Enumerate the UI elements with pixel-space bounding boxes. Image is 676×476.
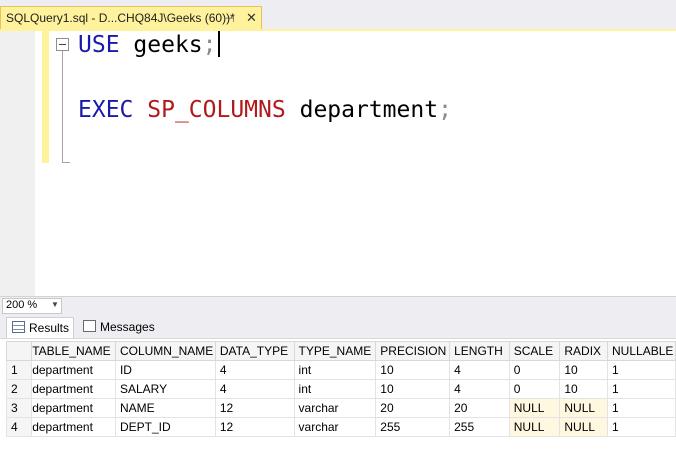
table-cell[interactable]: 20 [449,398,510,418]
query-tab-title: SQLQuery1.sql - D...CHQ84J\Geeks (60))* [6,11,235,25]
query-tab[interactable]: SQLQuery1.sql - D...CHQ84J\Geeks (60))* … [0,6,262,30]
table-cell[interactable]: 10 [375,360,451,380]
table-cell[interactable]: NAME [114,398,216,418]
results-tab-strip: Results Messages [0,314,676,338]
collapse-icon[interactable] [56,38,69,51]
column-header[interactable]: RADIX [559,341,609,361]
chevron-down-icon: ▼ [51,300,59,309]
table-cell[interactable]: 20 [375,398,451,418]
table-cell[interactable]: ID [114,360,216,380]
table-row[interactable]: 1 department ID 4 int 10 4 0 10 1 [5,360,676,380]
table-cell[interactable]: 0 [508,360,561,380]
table-cell[interactable]: 255 [375,417,451,437]
null-cell[interactable]: NULL [508,398,561,418]
row-number[interactable]: 2 [5,379,33,399]
semicolon: ; [438,97,452,123]
editor-margin [0,31,35,296]
table-cell[interactable]: varchar [293,417,377,437]
table-cell[interactable]: 4 [449,360,510,380]
zoom-bar: 200 % ▼ [0,296,676,315]
tab-results-label: Results [29,321,70,335]
zoom-dropdown[interactable]: 200 % ▼ [2,298,62,314]
table-cell[interactable]: 4 [449,379,510,399]
table-identifier: department [299,97,439,123]
grid-icon [12,321,25,333]
row-number[interactable]: 3 [5,398,33,418]
column-header[interactable]: PRECISION [375,341,451,361]
column-header[interactable]: TABLE_NAME [31,341,116,361]
keyword-use: USE [78,32,120,58]
table-cell[interactable]: 1 [607,417,676,437]
tab-results[interactable]: Results [6,317,74,338]
table-cell[interactable]: 1 [607,379,676,399]
row-number-header [5,341,33,361]
column-header[interactable]: COLUMN_NAME [114,341,216,361]
column-header[interactable]: DATA_TYPE [214,341,295,361]
zoom-value: 200 % [6,299,38,311]
column-header[interactable]: NULLABLE [607,341,676,361]
table-cell[interactable]: 10 [559,360,609,380]
table-cell[interactable]: department [31,360,116,380]
table-cell[interactable]: 12 [214,417,295,437]
code-line-2[interactable]: EXEC SP_COLUMNS department; [78,97,452,123]
null-cell[interactable]: NULL [508,417,561,437]
outline-end-tick [62,162,70,163]
column-header[interactable]: SCALE [508,341,561,361]
keyword-exec: EXEC [78,97,134,123]
table-cell[interactable]: 12 [214,398,295,418]
table-cell[interactable]: int [293,379,377,399]
table-cell[interactable]: 4 [214,360,295,380]
table-row[interactable]: 4 department DEPT_ID 12 varchar 255 255 … [5,417,676,437]
document-tab-strip: SQLQuery1.sql - D...CHQ84J\Geeks (60))* … [0,0,676,31]
column-header[interactable]: TYPE_NAME [293,341,377,361]
change-tracking-bar [42,31,49,163]
table-cell[interactable]: 0 [508,379,561,399]
table-cell[interactable]: department [31,417,116,437]
table-cell[interactable]: 10 [559,379,609,399]
null-cell[interactable]: NULL [559,398,609,418]
messages-icon [83,320,96,332]
database-identifier: geeks [133,32,203,58]
table-cell[interactable]: DEPT_ID [114,417,216,437]
table-cell[interactable]: 1 [607,360,676,380]
header-row: TABLE_NAME COLUMN_NAME DATA_TYPE TYPE_NA… [5,341,676,361]
table-cell[interactable]: department [31,379,116,399]
table-cell[interactable]: 1 [607,398,676,418]
row-number[interactable]: 1 [5,360,33,380]
results-grid-area: TABLE_NAME COLUMN_NAME DATA_TYPE TYPE_NA… [0,338,676,476]
procedure-name: SP_COLUMNS [147,97,286,123]
table-cell[interactable]: varchar [293,398,377,418]
query-editor[interactable]: USE geeks; EXEC SP_COLUMNS department; [0,31,676,296]
table-cell[interactable]: department [31,398,116,418]
table-row[interactable]: 2 department SALARY 4 int 10 4 0 10 1 [5,379,676,399]
table-cell[interactable]: 4 [214,379,295,399]
results-grid[interactable]: TABLE_NAME COLUMN_NAME DATA_TYPE TYPE_NA… [5,341,676,437]
pin-icon[interactable]: ⊣ [225,12,235,25]
column-header[interactable]: LENGTH [449,341,510,361]
table-cell[interactable]: SALARY [114,379,216,399]
table-row[interactable]: 3 department NAME 12 varchar 20 20 NULL … [5,398,676,418]
semicolon: ; [202,32,217,58]
tab-messages-label: Messages [100,320,155,334]
close-icon[interactable]: ✕ [246,10,257,26]
outline-line [62,51,63,163]
table-cell[interactable]: 255 [449,417,510,437]
null-cell[interactable]: NULL [559,417,609,437]
table-cell[interactable]: 10 [375,379,451,399]
row-number[interactable]: 4 [5,417,33,437]
code-line-1[interactable]: USE geeks; [78,31,220,58]
table-cell[interactable]: int [293,360,377,380]
tab-messages[interactable]: Messages [78,317,158,338]
text-caret [217,31,220,57]
